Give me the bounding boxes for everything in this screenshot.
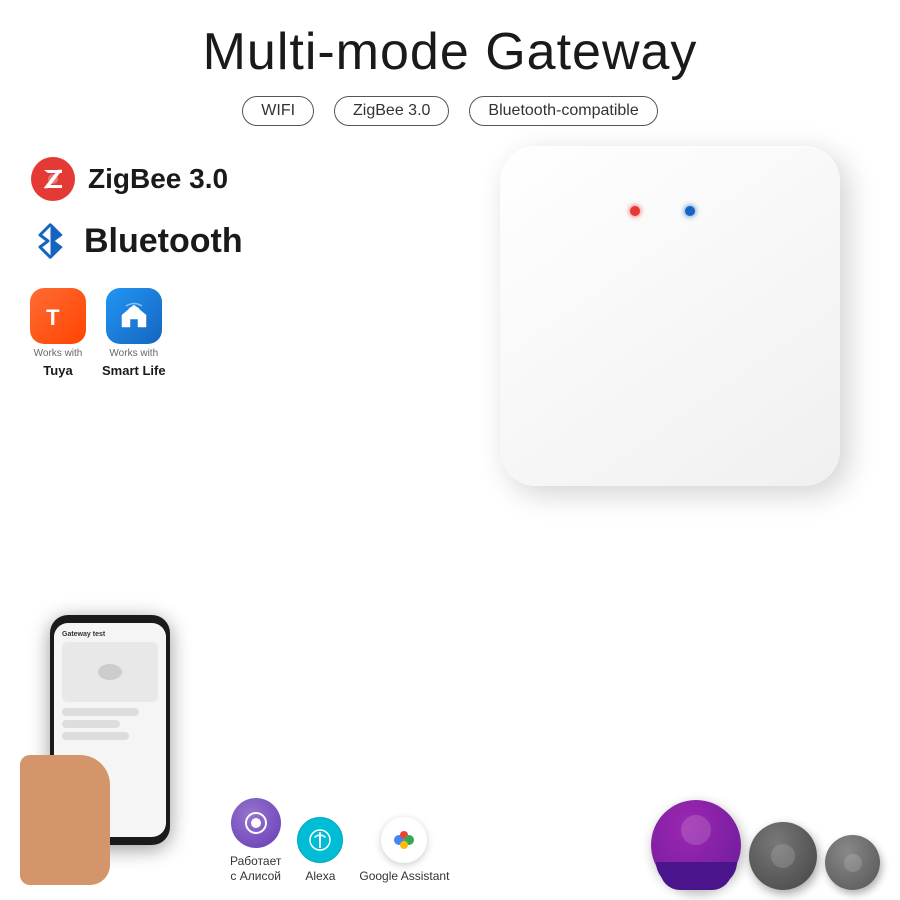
hand-shape xyxy=(20,755,110,885)
smartlife-logo-icon xyxy=(117,299,151,333)
tag-zigbee: ZigBee 3.0 xyxy=(334,96,449,126)
zigbee-label: ZigBee 3.0 xyxy=(88,163,228,195)
purple-speaker xyxy=(651,800,741,890)
smartlife-works-with: Works with xyxy=(109,348,158,359)
hand-phone: Gateway test xyxy=(20,615,200,885)
tuya-logo-icon: T xyxy=(41,299,75,333)
alexa-icon xyxy=(297,817,343,863)
alexa-logo-icon xyxy=(307,827,333,853)
google-label: Google Assistant xyxy=(359,869,449,885)
led-blue xyxy=(685,206,695,216)
led-red xyxy=(630,206,640,216)
app-smartlife: Works with Smart Life xyxy=(102,288,166,378)
alice-logo-icon xyxy=(242,809,270,837)
app-icons-row: T Works with Tuya Works with xyxy=(30,288,270,378)
google-logo-icon xyxy=(389,825,419,855)
alexa-assistant: Alexa xyxy=(297,817,343,885)
assistants-area: Работает с Алисой Alexa xyxy=(230,798,449,885)
svg-text:T: T xyxy=(46,305,60,330)
phone-screen-content xyxy=(62,642,158,702)
speakers-area xyxy=(651,800,880,890)
purple-speaker-body xyxy=(651,800,741,890)
google-icon xyxy=(381,817,427,863)
tuya-label: Tuya xyxy=(43,363,72,378)
alice-icon xyxy=(231,798,281,848)
phone-screen-header: Gateway test xyxy=(62,631,158,638)
page-title: Multi-mode Gateway xyxy=(0,0,900,82)
bottom-section: Gateway test Рабо xyxy=(0,640,900,900)
zigbee-row: ZigBee 3.0 xyxy=(30,156,270,202)
tag-wifi: WIFI xyxy=(242,96,314,126)
bluetooth-icon xyxy=(30,220,72,262)
alice-label: Работает с Алисой xyxy=(230,854,281,885)
google-assistant: Google Assistant xyxy=(359,817,449,885)
phone-screen-icon xyxy=(90,652,130,692)
tags-row: WIFI ZigBee 3.0 Bluetooth-compatible xyxy=(0,96,900,126)
tag-bluetooth: Bluetooth-compatible xyxy=(469,96,657,126)
gateway-box xyxy=(500,146,840,486)
tuya-works-with: Works with xyxy=(34,348,83,359)
gray-speaker-small xyxy=(825,835,880,890)
alice-assistant: Работает с Алисой xyxy=(230,798,281,885)
gateway-device xyxy=(500,146,870,516)
tuya-icon: T xyxy=(30,288,86,344)
gray-speaker-medium xyxy=(749,822,817,890)
zigbee-icon xyxy=(30,156,76,202)
alexa-label: Alexa xyxy=(305,869,335,885)
smartlife-label: Smart Life xyxy=(102,363,166,378)
smartlife-icon xyxy=(106,288,162,344)
app-tuya: T Works with Tuya xyxy=(30,288,86,378)
bluetooth-row: Bluetooth xyxy=(30,220,270,262)
bluetooth-label: Bluetooth xyxy=(84,222,243,261)
